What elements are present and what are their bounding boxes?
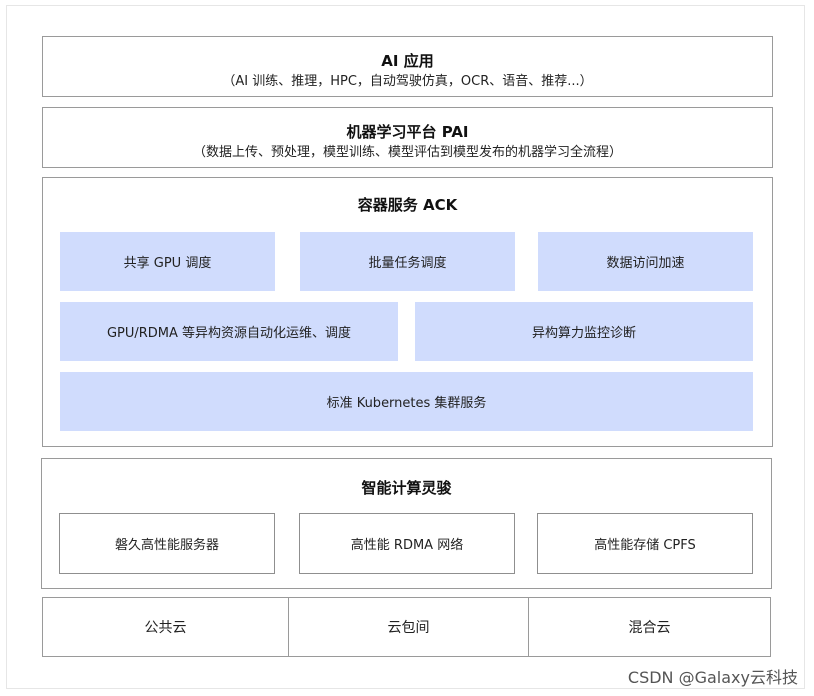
ai-application-title: AI 应用 xyxy=(381,52,434,70)
hybrid-cloud: 混合云 xyxy=(628,620,671,636)
ack-kubernetes-cluster: 标准 Kubernetes 集群服务 xyxy=(60,372,753,431)
cloud-box: 云包间 xyxy=(289,598,529,656)
ai-application-layer: AI 应用 （AI 训练、推理，HPC，自动驾驶仿真，OCR、语音、推荐...） xyxy=(42,36,773,97)
ai-application-subtitle: （AI 训练、推理，HPC，自动驾驶仿真，OCR、语音、推荐...） xyxy=(222,74,593,89)
pai-subtitle: （数据上传、预处理，模型训练、模型评估到模型发布的机器学习全流程） xyxy=(192,145,622,160)
lingjun-rdma-network: 高性能 RDMA 网络 xyxy=(299,513,515,574)
pai-layer: 机器学习平台 PAI （数据上传、预处理，模型训练、模型评估到模型发布的机器学习… xyxy=(42,107,773,168)
ack-heterogeneous-ops: GPU/RDMA 等异构资源自动化运维、调度 xyxy=(60,302,398,361)
pai-title: 机器学习平台 PAI xyxy=(346,123,469,141)
ack-heterogeneous-monitoring: 异构算力监控诊断 xyxy=(415,302,753,361)
lingjun-server: 磐久高性能服务器 xyxy=(59,513,275,574)
deployment-row: 公共云 云包间 混合云 xyxy=(42,597,771,657)
ack-batch-job-scheduling: 批量任务调度 xyxy=(300,232,515,291)
lingjun-title: 智能计算灵骏 xyxy=(361,479,452,497)
csdn-watermark: CSDN @Galaxy云科技 xyxy=(627,668,798,687)
public-cloud: 公共云 xyxy=(43,598,289,656)
ack-title: 容器服务 ACK xyxy=(357,196,458,214)
ack-data-access-acceleration: 数据访问加速 xyxy=(538,232,753,291)
ack-shared-gpu-scheduling: 共享 GPU 调度 xyxy=(60,232,275,291)
lingjun-cpfs-storage: 高性能存储 CPFS xyxy=(537,513,753,574)
